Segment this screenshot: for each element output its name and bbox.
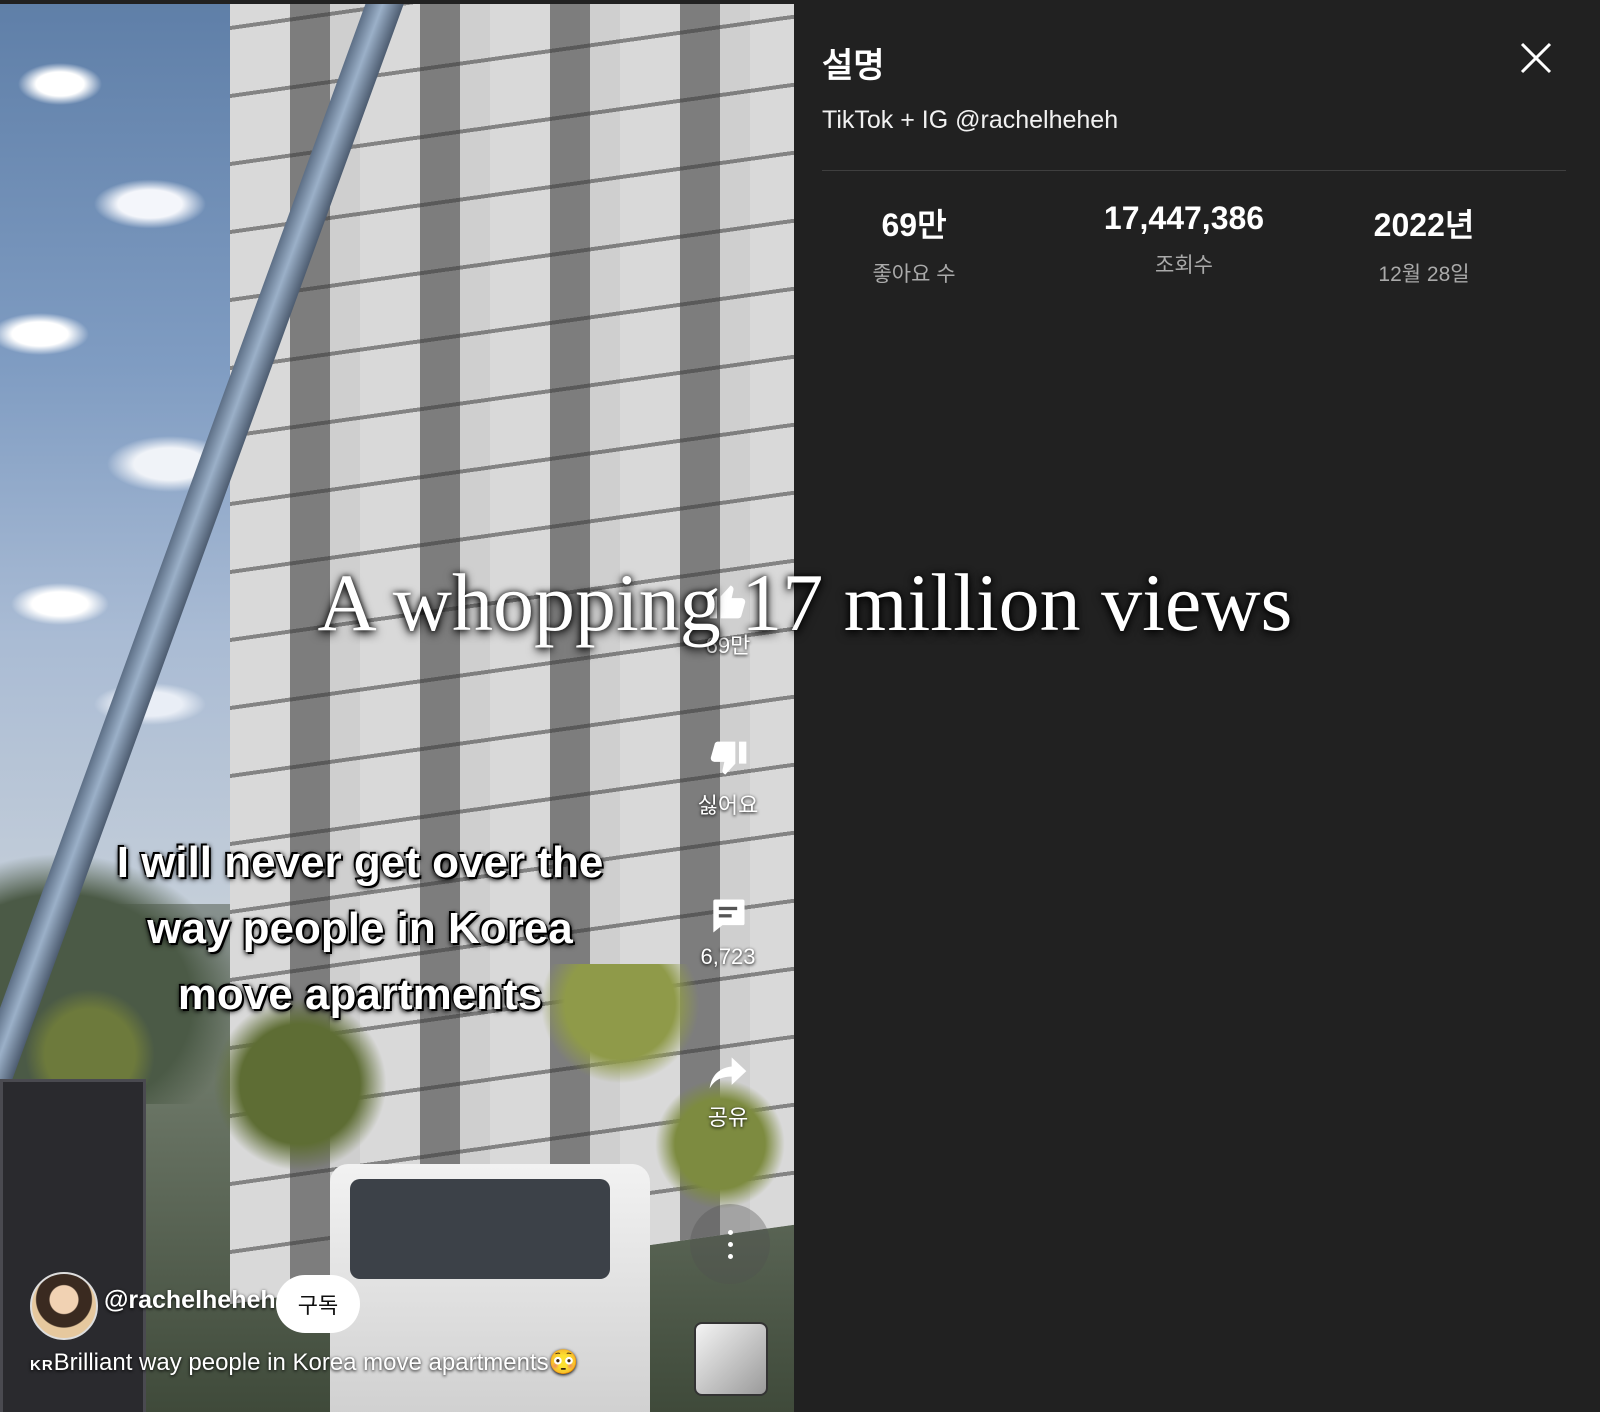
shorts-video-player[interactable]: I will never get over the way people in … [0,4,794,1412]
more-options-button[interactable] [690,1204,770,1284]
panel-title: 설명 [822,47,885,85]
truck-windshield [350,1179,610,1279]
title-country-prefix: KR [30,1357,54,1374]
caption-line: move apartments [177,970,543,1019]
likes-value: 69만 [881,207,947,243]
likes-stat: 69만 좋아요 수 [834,200,994,288]
comments-button[interactable]: 6,723 [680,894,776,970]
caption-line: way people in Korea [147,904,573,953]
description-text: TikTok + IG @rachelheheh [822,106,1119,134]
description-panel: 설명 TikTok + IG @rachelheheh 69만 좋아요 수 17… [794,0,1600,1412]
likes-label: 좋아요 수 [872,263,956,286]
subscribe-button[interactable]: 구독 [276,1275,360,1333]
views-stat: 17,447,386 조회수 [1064,200,1304,279]
date-day: 12월 28일 [1378,263,1470,286]
share-arrow-icon [709,1057,747,1089]
caption-line: I will never get over the [116,838,604,887]
channel-avatar[interactable] [30,1272,98,1340]
share-label: 공유 [707,1105,749,1130]
views-value: 17,447,386 [1103,200,1265,236]
video-title[interactable]: KRBrilliant way people in Korea move apa… [30,1348,578,1377]
dislike-label: 싫어요 [697,793,759,818]
dislike-button[interactable]: 싫어요 [680,738,776,820]
share-button[interactable]: 공유 [680,1050,776,1132]
sound-thumbnail[interactable] [694,1322,768,1396]
title-text: Brilliant way people in Korea move apart… [53,1349,549,1376]
comment-icon [713,899,745,933]
date-stat: 2022년 12월 28일 [1354,200,1494,288]
close-icon[interactable] [1516,38,1556,78]
overlay-headline: A whopping 17 million views [317,557,1293,648]
thumbs-down-icon [710,741,747,775]
date-year: 2022년 [1373,207,1475,243]
title-emoji: 😳 [548,1349,579,1376]
video-caption: I will never get over the way people in … [50,830,670,1028]
comment-count: 6,723 [700,944,756,969]
divider [822,170,1566,171]
channel-name[interactable]: @rachelheheh [104,1286,276,1315]
views-label: 조회수 [1155,254,1213,277]
more-vert-icon [728,1230,733,1235]
